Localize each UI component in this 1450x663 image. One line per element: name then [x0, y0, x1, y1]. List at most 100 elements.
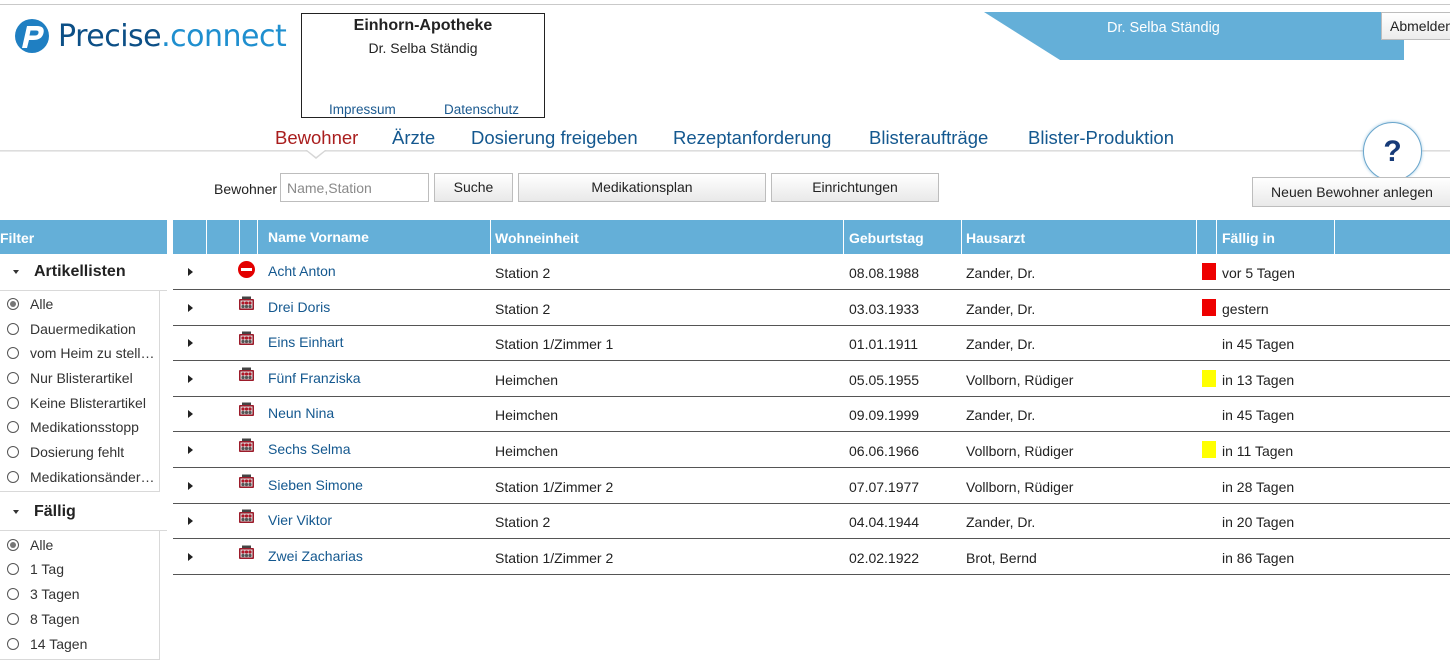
- faellig-option-1-tag[interactable]: 1 Tag: [0, 558, 160, 580]
- nav-item-blister-produktion[interactable]: Blister-Produktion: [1028, 127, 1174, 149]
- datenschutz-link[interactable]: Datenschutz: [444, 102, 519, 117]
- radio-icon[interactable]: [7, 323, 19, 335]
- expand-row-icon[interactable]: [188, 446, 193, 454]
- blister-icon: [238, 509, 255, 525]
- facilities-button[interactable]: Einrichtungen: [771, 173, 939, 202]
- filter-section-artikellisten[interactable]: Artikellisten: [0, 258, 167, 288]
- filter-option-dosierung-fehlt[interactable]: Dosierung fehlt: [0, 441, 160, 463]
- search-button[interactable]: Suche: [434, 173, 513, 202]
- impressum-link[interactable]: Impressum: [329, 102, 396, 117]
- radio-icon[interactable]: [7, 588, 19, 600]
- filter-option-alle[interactable]: Alle: [0, 293, 160, 315]
- table-row[interactable]: Drei Doris Station 2 03.03.1933 Zander, …: [173, 290, 1450, 326]
- resident-name-link[interactable]: Fünf Franziska: [268, 370, 361, 386]
- medication-plan-button[interactable]: Medikationsplan: [518, 173, 766, 202]
- nav-item-bewohner[interactable]: Bewohner: [275, 127, 358, 149]
- main-nav: Bewohner Ärzte Dosierung freigeben Rezep…: [0, 127, 1450, 151]
- faellig-option-alle[interactable]: Alle: [0, 534, 160, 556]
- geburtstag-cell: 08.08.1988: [849, 265, 920, 281]
- nav-item-aerzte[interactable]: Ärzte: [392, 127, 435, 149]
- faellig-cell: in 45 Tagen: [1222, 407, 1295, 423]
- filter-header: Filter: [0, 220, 167, 254]
- col-faellig[interactable]: Fällig in: [1217, 220, 1335, 254]
- filter-section-faellig[interactable]: Fällig: [0, 498, 167, 528]
- filter-option-vom-heim[interactable]: vom Heim zu stellende: [0, 342, 160, 364]
- faellig-option-8-tagen[interactable]: 8 Tagen: [0, 608, 160, 630]
- status-flag: [1202, 477, 1216, 494]
- resident-name-link[interactable]: Vier Viktor: [268, 512, 332, 528]
- resident-name-link[interactable]: Zwei Zacharias: [268, 548, 363, 564]
- filter-option-dauermedikation[interactable]: Dauermedikation: [0, 318, 160, 340]
- nav-item-rezeptanforderung[interactable]: Rezeptanforderung: [673, 127, 831, 149]
- radio-icon[interactable]: [7, 613, 19, 625]
- logout-button[interactable]: Abmelden: [1381, 12, 1450, 40]
- brand-part1: Precise: [58, 18, 162, 54]
- table-row[interactable]: Eins Einhart Station 1/Zimmer 1 01.01.19…: [173, 325, 1450, 361]
- col-blank: [207, 220, 240, 254]
- resident-name-link[interactable]: Neun Nina: [268, 405, 334, 421]
- expand-row-icon[interactable]: [188, 517, 193, 525]
- status-flag: [1202, 441, 1216, 458]
- radio-icon[interactable]: [7, 372, 19, 384]
- nav-item-blisterauftraege[interactable]: Blisteraufträge: [869, 127, 988, 149]
- nav-item-dosierung-freigeben[interactable]: Dosierung freigeben: [471, 127, 638, 149]
- col-expand: [173, 220, 207, 254]
- hausarzt-cell: Vollborn, Rüdiger: [966, 372, 1074, 388]
- filter-option-nur-blisterartikel[interactable]: Nur Blisterartikel: [0, 367, 160, 389]
- radio-checked-icon[interactable]: [7, 539, 19, 551]
- expand-row-icon[interactable]: [188, 268, 193, 276]
- table-row[interactable]: Vier Viktor Station 2 04.04.1944 Zander,…: [173, 503, 1450, 539]
- divider: [159, 530, 160, 659]
- faellig-option-3-tagen[interactable]: 3 Tagen: [0, 583, 160, 605]
- resident-name-link[interactable]: Acht Anton: [268, 263, 336, 279]
- table-row[interactable]: Zwei Zacharias Station 1/Zimmer 2 02.02.…: [173, 539, 1450, 575]
- expand-row-icon[interactable]: [188, 339, 193, 347]
- col-name[interactable]: Name Vorname: [258, 220, 491, 254]
- col-geburtstag[interactable]: Geburtstag: [844, 220, 962, 254]
- faellig-option-14-tagen[interactable]: 14 Tagen: [0, 633, 160, 655]
- filter-section-title: Fällig: [34, 503, 76, 520]
- table-row[interactable]: Sieben Simone Station 1/Zimmer 2 07.07.1…: [173, 468, 1450, 504]
- radio-icon[interactable]: [7, 421, 19, 433]
- status-flag: [1202, 299, 1216, 316]
- expand-row-icon[interactable]: [188, 553, 193, 561]
- blister-icon: [238, 545, 255, 561]
- status-flag: [1202, 512, 1216, 529]
- help-button[interactable]: ?: [1363, 122, 1422, 181]
- filter-option-medikationsaenderung[interactable]: Medikationsänderung: [0, 466, 160, 488]
- table-row[interactable]: Neun Nina Heimchen 09.09.1999 Zander, Dr…: [173, 396, 1450, 432]
- radio-label: Medikationsstopp: [30, 419, 139, 435]
- table-row[interactable]: Fünf Franziska Heimchen 05.05.1955 Vollb…: [173, 361, 1450, 397]
- divider: [0, 290, 167, 291]
- col-hausarzt[interactable]: Hausarzt: [962, 220, 1197, 254]
- table-header: Name Vorname Wohneinheit Geburtstag Haus…: [173, 220, 1450, 254]
- radio-icon[interactable]: [7, 446, 19, 458]
- radio-icon[interactable]: [7, 471, 19, 483]
- expand-row-icon[interactable]: [188, 304, 193, 312]
- search-input[interactable]: [280, 173, 429, 202]
- radio-icon[interactable]: [7, 397, 19, 409]
- resident-name-link[interactable]: Sieben Simone: [268, 477, 363, 493]
- resident-name-link[interactable]: Eins Einhart: [268, 334, 343, 350]
- filter-option-medikationsstopp[interactable]: Medikationsstopp: [0, 416, 160, 438]
- expand-row-icon[interactable]: [188, 375, 193, 383]
- filter-option-keine-blisterartikel[interactable]: Keine Blisterartikel: [0, 392, 160, 414]
- precise-logo-icon: [14, 18, 50, 54]
- table-row[interactable]: Sechs Selma Heimchen 06.06.1966 Vollborn…: [173, 432, 1450, 468]
- table-row[interactable]: Acht Anton Station 2 08.08.1988 Zander, …: [173, 254, 1450, 290]
- expand-row-icon[interactable]: [188, 482, 193, 490]
- resident-name-link[interactable]: Drei Doris: [268, 299, 330, 315]
- radio-icon[interactable]: [7, 638, 19, 650]
- resident-name-link[interactable]: Sechs Selma: [268, 441, 350, 457]
- radio-icon[interactable]: [7, 563, 19, 575]
- radio-icon[interactable]: [7, 347, 19, 359]
- new-resident-button[interactable]: Neuen Bewohner anlegen: [1252, 177, 1450, 207]
- search-label: Bewohner: [214, 181, 278, 197]
- expand-row-icon[interactable]: [188, 410, 193, 418]
- hausarzt-cell: Brot, Bernd: [966, 550, 1037, 566]
- filter-section-title: Artikellisten: [34, 263, 126, 280]
- radio-checked-icon[interactable]: [7, 298, 19, 310]
- pharmacy-name: Einhorn-Apotheke: [353, 17, 493, 34]
- wohneinheit-cell: Heimchen: [495, 372, 559, 388]
- col-wohneinheit[interactable]: Wohneinheit: [491, 220, 844, 254]
